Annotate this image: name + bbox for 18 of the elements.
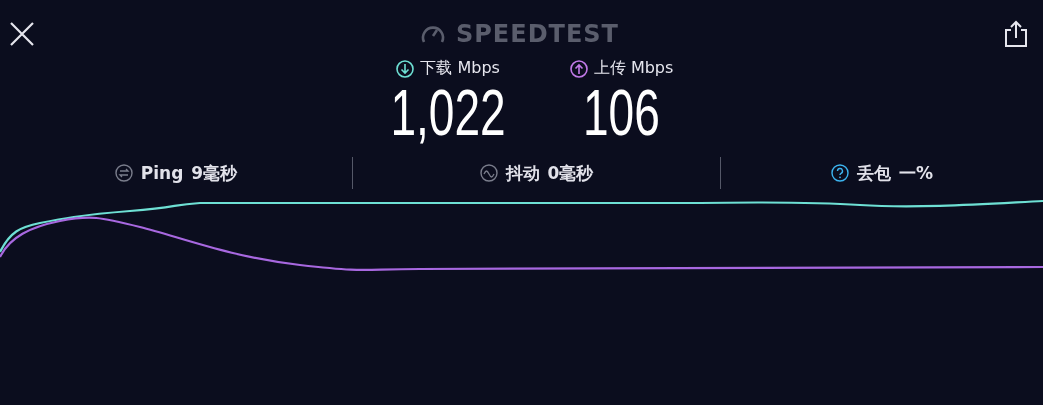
result-value: 106	[583, 79, 660, 147]
question-icon	[830, 164, 849, 182]
ping-icon	[114, 164, 133, 182]
result-label: 下载 Mbps	[420, 58, 500, 79]
stat-label: 丢包	[856, 161, 891, 185]
result-value: 1,022	[390, 79, 506, 147]
close-button[interactable]	[8, 20, 36, 48]
download-icon	[396, 59, 415, 78]
stat-value: 0毫秒	[547, 161, 594, 185]
share-button[interactable]	[1003, 20, 1029, 48]
upload-icon	[569, 59, 588, 78]
stat-value: 一%	[898, 161, 933, 185]
stat-label: Ping	[140, 163, 184, 183]
stat-label: 抖动	[505, 161, 540, 185]
stat-value: 9毫秒	[191, 161, 238, 185]
app-title: SPEEDTEST	[456, 20, 619, 48]
wave-icon	[479, 164, 498, 182]
result-label: 上传 Mbps	[593, 58, 674, 79]
